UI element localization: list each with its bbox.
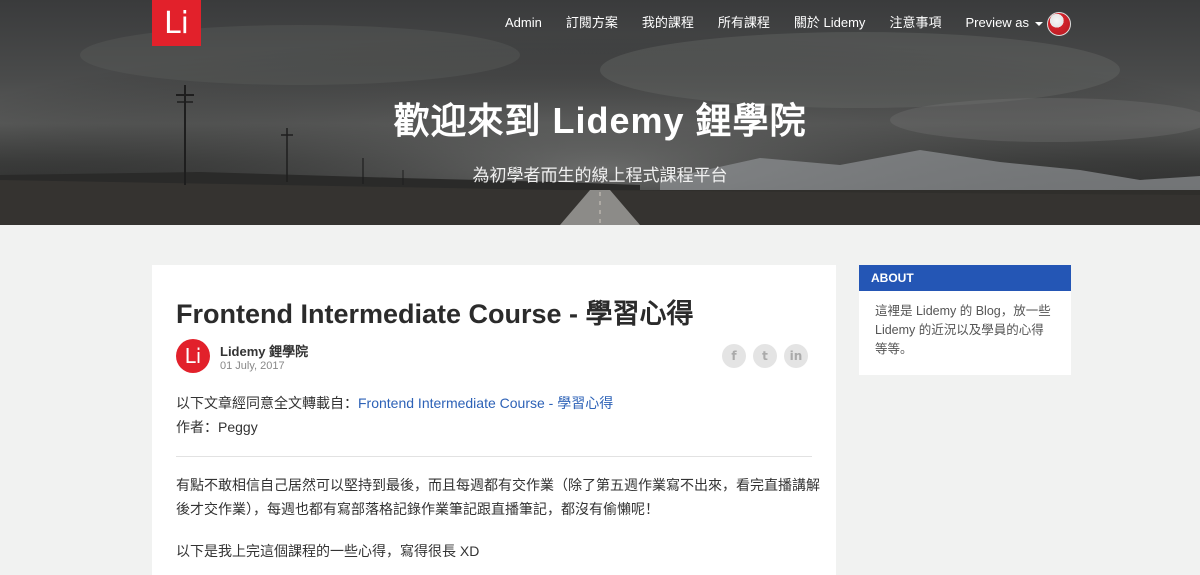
repost-notice: 以下文章經同意全文轉載自：Frontend Intermediate Cours… — [176, 391, 613, 415]
preview-as-dropdown[interactable]: Preview as — [965, 14, 1044, 32]
nav-all-courses[interactable]: 所有課程 — [718, 14, 770, 32]
hero-subtitle: 為初學者而生的線上程式課程平台 — [472, 166, 728, 185]
twitter-icon[interactable]: t — [753, 344, 777, 368]
about-widget: ABOUT 這裡是 Lidemy 的 Blog，放一些 Lidemy 的近況以及… — [859, 265, 1071, 375]
facebook-icon[interactable]: f — [722, 344, 746, 368]
share-buttons: f t in — [715, 344, 808, 368]
site-logo[interactable]: Li — [152, 0, 201, 46]
nav-notices[interactable]: 注意事項 — [889, 14, 941, 32]
about-text-line: Lidemy 的近況以及學員的心得 — [875, 323, 1044, 337]
post-card: Frontend Intermediate Course - 學習心得 Li L… — [152, 265, 836, 575]
hero-title: 歡迎來到 Lidemy 鋰學院 — [393, 100, 807, 141]
content-divider — [176, 456, 812, 457]
post-title[interactable]: Frontend Intermediate Course - 學習心得 — [176, 292, 694, 331]
post-author-line: 作者：Peggy — [176, 419, 258, 435]
nav-admin[interactable]: Admin — [505, 14, 542, 32]
author-name: Lidemy 鋰學院 — [220, 344, 309, 359]
author-avatar: Li — [176, 339, 210, 373]
nav-about-lidemy[interactable]: 關於 Lidemy — [794, 14, 866, 32]
hero-banner: Li Admin 訂閱方案 我的課程 所有課程 關於 Lidemy 注意事項 P… — [0, 0, 1200, 225]
repost-prefix: 以下文章經同意全文轉載自： — [176, 395, 358, 411]
about-text-line: 這裡是 Lidemy 的 Blog，放一些 — [875, 304, 1051, 318]
nav-my-courses[interactable]: 我的課程 — [642, 14, 694, 32]
paragraph-1-line-1: 有點不敢相信自己居然可以堅持到最後，而且每週都有交作業（除了第五週作業寫不出來，… — [176, 477, 820, 493]
caret-down-icon — [1035, 21, 1044, 26]
linkedin-icon[interactable]: in — [784, 344, 808, 368]
post-date: 01 July, 2017 — [220, 360, 285, 372]
paragraph-2: 以下是我上完這個課程的一些心得，寫得很長 XD — [176, 543, 480, 559]
nav-subscription-plans[interactable]: 訂閱方案 — [566, 14, 618, 32]
user-avatar[interactable] — [1047, 12, 1071, 36]
about-text-line: 等等。 — [875, 342, 913, 356]
top-nav: Admin 訂閱方案 我的課程 所有課程 關於 Lidemy 注意事項 Prev… — [505, 14, 1067, 32]
repost-link[interactable]: Frontend Intermediate Course - 學習心得 — [358, 395, 613, 411]
about-text: 這裡是 Lidemy 的 Blog，放一些 Lidemy 的近況以及學員的心得 … — [859, 291, 1071, 359]
about-heading: ABOUT — [859, 265, 1071, 291]
paragraph-1-line-2: 後才交作業），每週也都有寫部落格記錄作業筆記跟直播筆記，都沒有偷懶呢！ — [176, 501, 659, 517]
preview-as-label: Preview as — [965, 15, 1030, 30]
